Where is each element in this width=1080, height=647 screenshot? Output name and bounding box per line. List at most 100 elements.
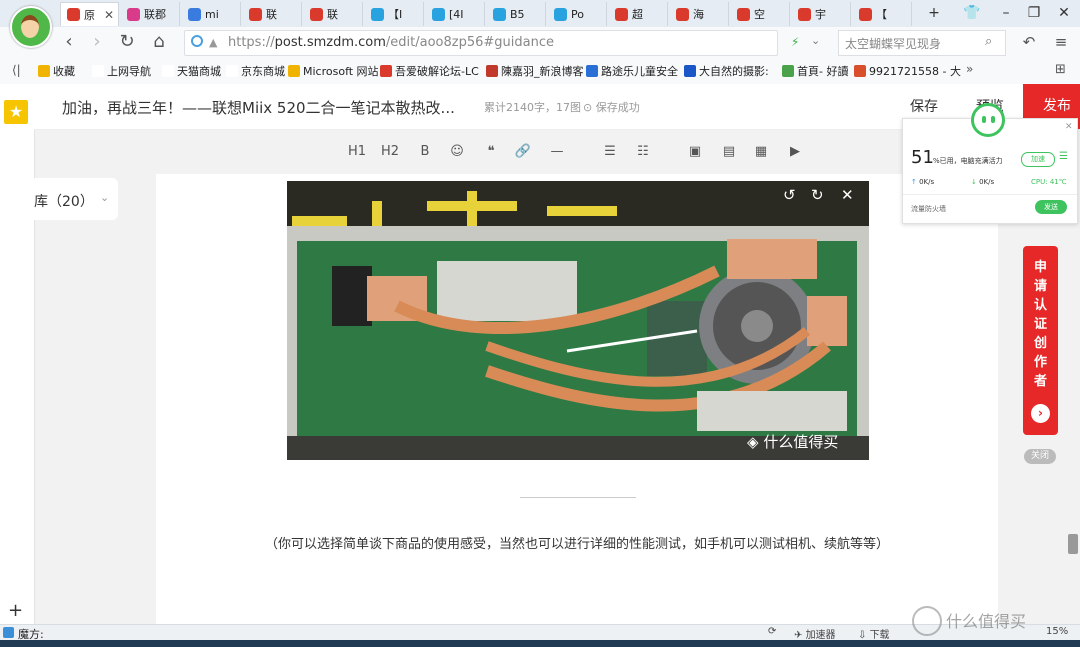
cert-banner-char: 作 xyxy=(1033,355,1047,370)
tab-label: Po xyxy=(571,7,584,21)
add-panel-button[interactable]: + xyxy=(8,600,23,621)
close-window-button[interactable]: ✕ xyxy=(1052,3,1076,23)
arrow-right-icon[interactable]: › xyxy=(1031,404,1050,423)
cert-banner-char: 者 xyxy=(1033,374,1047,389)
chevron-down-icon[interactable]: ⌄ xyxy=(811,34,820,47)
bookmark-item[interactable]: Microsoft 网站 xyxy=(288,63,379,79)
creator-cert-banner[interactable]: 申请认证创作者 › xyxy=(1023,246,1058,435)
star-icon[interactable]: ★ xyxy=(4,100,28,124)
upload-arrow-icon: ↑ xyxy=(911,178,920,186)
bookmark-label: 上网导航 xyxy=(107,65,151,78)
close-banner-button[interactable]: 关闭 xyxy=(1024,449,1056,464)
bookmark-icon xyxy=(92,65,104,77)
close-icon[interactable]: ✕ xyxy=(1065,122,1073,132)
minimize-button[interactable]: – xyxy=(994,3,1018,23)
search-icon[interactable]: ⌕ xyxy=(985,34,992,49)
image-icon[interactable]: ▣ xyxy=(684,143,706,161)
link-icon[interactable]: 🔗 xyxy=(512,143,534,161)
skin-icon[interactable]: 👕 xyxy=(960,3,984,23)
bookmark-item[interactable]: 大自然的摄影: xyxy=(684,63,769,79)
tab-favicon-icon xyxy=(676,7,689,21)
browser-tab[interactable]: 原 ✕ xyxy=(60,2,119,26)
hr-icon[interactable]: — xyxy=(546,143,568,161)
browser-tab[interactable]: Po xyxy=(548,2,607,26)
browser-tab[interactable]: 【 xyxy=(853,2,912,26)
article-title[interactable]: 加油，再战三年！——联想Miix 520二合一笔记本散热改... xyxy=(62,97,455,118)
quote-icon[interactable]: ❝ xyxy=(480,143,502,161)
ordered-list-icon[interactable]: ☷ xyxy=(632,143,654,161)
mascot-icon[interactable] xyxy=(971,103,1005,137)
home-icon[interactable]: ⌂ xyxy=(148,31,170,53)
cert-banner-char: 请 xyxy=(1033,279,1047,294)
browser-tab[interactable]: 宇 xyxy=(792,2,851,26)
editor-content[interactable]: ↺ ↻ ✕ ◈ 什么值得买 （你可以选择简单谈下商品的使用感受，当然也可以进行详… xyxy=(156,174,998,624)
browser-tab[interactable]: 联郡 xyxy=(121,2,180,26)
bookmark-item[interactable]: 陳嘉羽_新浪博客 xyxy=(486,63,584,79)
refresh-icon[interactable]: ⟳ xyxy=(768,626,776,637)
heading2-icon[interactable]: H2 xyxy=(379,143,401,161)
undo-close-tab-icon[interactable]: ↶ xyxy=(1018,31,1040,53)
bold-icon[interactable]: B xyxy=(414,143,436,161)
save-button[interactable]: 保存 xyxy=(910,96,938,116)
tab-favicon-icon xyxy=(859,7,872,21)
address-bar[interactable]: ▲ https://post.smzdm.com/edit/aoo8zp56#g… xyxy=(184,30,820,56)
rotate-left-icon[interactable]: ↺ xyxy=(783,186,796,204)
more-bookmarks-icon[interactable]: » xyxy=(966,62,973,76)
lightning-icon[interactable]: ⚡ xyxy=(791,35,799,49)
video-icon[interactable]: ▶ xyxy=(784,143,806,161)
forward-button[interactable]: › xyxy=(86,31,108,53)
close-image-icon[interactable]: ✕ xyxy=(841,186,854,204)
accelerate-button[interactable]: 加速 xyxy=(1021,152,1055,167)
scrollbar-thumb[interactable] xyxy=(1068,534,1078,554)
browser-tab[interactable]: 联 xyxy=(304,2,363,26)
reload-button[interactable]: ↻ xyxy=(116,31,138,53)
guidance-hint[interactable]: （你可以选择简单谈下商品的使用感受，当然也可以进行详细的性能测试，如手机可以测试… xyxy=(156,533,998,552)
bookmark-item[interactable]: 9921721558 - 大 xyxy=(854,63,961,79)
saved-state-label: 保存成功 xyxy=(595,101,640,114)
bullet-list-icon[interactable]: ☰ xyxy=(599,143,621,161)
browser-tab[interactable]: 空 xyxy=(731,2,790,26)
scrollbar[interactable] xyxy=(1066,174,1080,624)
bookmark-item[interactable]: 首頁- 好讀 xyxy=(782,63,848,79)
sidebar-toggle-icon[interactable]: ⟨| xyxy=(12,63,21,77)
bookmark-label: 大自然的摄影: xyxy=(699,65,769,78)
tab-close-icon[interactable]: ✕ xyxy=(104,8,114,22)
browser-tab[interactable]: 海 xyxy=(670,2,729,26)
list-icon[interactable]: ☰ xyxy=(1059,151,1068,162)
laptop-internals-photo[interactable]: ↺ ↻ ✕ ◈ 什么值得买 xyxy=(287,181,869,460)
emoji-icon[interactable]: ☺ xyxy=(446,143,468,161)
accelerator-item[interactable]: ✈ 加速器 xyxy=(794,626,836,641)
user-avatar[interactable] xyxy=(10,6,52,48)
back-button[interactable]: ‹ xyxy=(58,31,80,53)
bookmark-item[interactable]: 上网导航 xyxy=(92,63,151,79)
rotate-right-icon[interactable]: ↻ xyxy=(811,186,824,204)
watermark-logo-icon: ◈ xyxy=(747,433,764,451)
bookmark-item[interactable]: 天猫商城 xyxy=(162,63,221,79)
browser-tab[interactable]: mi xyxy=(182,2,241,26)
cube-icon xyxy=(3,627,14,638)
browser-tab[interactable]: B5 xyxy=(487,2,546,26)
restore-button[interactable]: ❐ xyxy=(1022,3,1046,23)
send-button[interactable]: 发送 xyxy=(1035,200,1067,214)
zoom-level[interactable]: 15% xyxy=(1046,626,1068,637)
bookmark-item[interactable]: 收藏 xyxy=(38,63,75,79)
heading1-icon[interactable]: H1 xyxy=(346,143,368,161)
product-card-icon[interactable]: ▦ xyxy=(750,143,772,161)
bookmark-item[interactable]: 京东商城 xyxy=(226,63,285,79)
gallery-icon[interactable]: ▤ xyxy=(718,143,740,161)
new-tab-button[interactable]: + xyxy=(922,3,946,23)
download-item[interactable]: ⇩ 下载 xyxy=(858,626,890,641)
browser-tab[interactable]: 超 xyxy=(609,2,668,26)
grid-apps-icon[interactable]: ⊞ xyxy=(1055,62,1066,77)
search-input[interactable]: 太空蝴蝶罕见现身 ⌕ xyxy=(838,30,1006,56)
bookmark-item[interactable]: 路途乐儿童安全 xyxy=(586,63,678,79)
browser-tab[interactable]: [4I xyxy=(426,2,485,26)
menu-icon[interactable]: ≡ xyxy=(1050,31,1072,53)
bookmark-icon xyxy=(380,65,392,77)
download-arrow-icon: ↓ xyxy=(971,178,980,186)
browser-tab[interactable]: 联 xyxy=(243,2,302,26)
library-card[interactable]: 库（20） ⌄ xyxy=(34,178,118,220)
browser-tab[interactable]: 【I xyxy=(365,2,424,26)
bookmark-item[interactable]: 吾爱破解论坛-LC xyxy=(380,63,479,79)
page-watermark: 什么值得买 xyxy=(946,612,1027,631)
